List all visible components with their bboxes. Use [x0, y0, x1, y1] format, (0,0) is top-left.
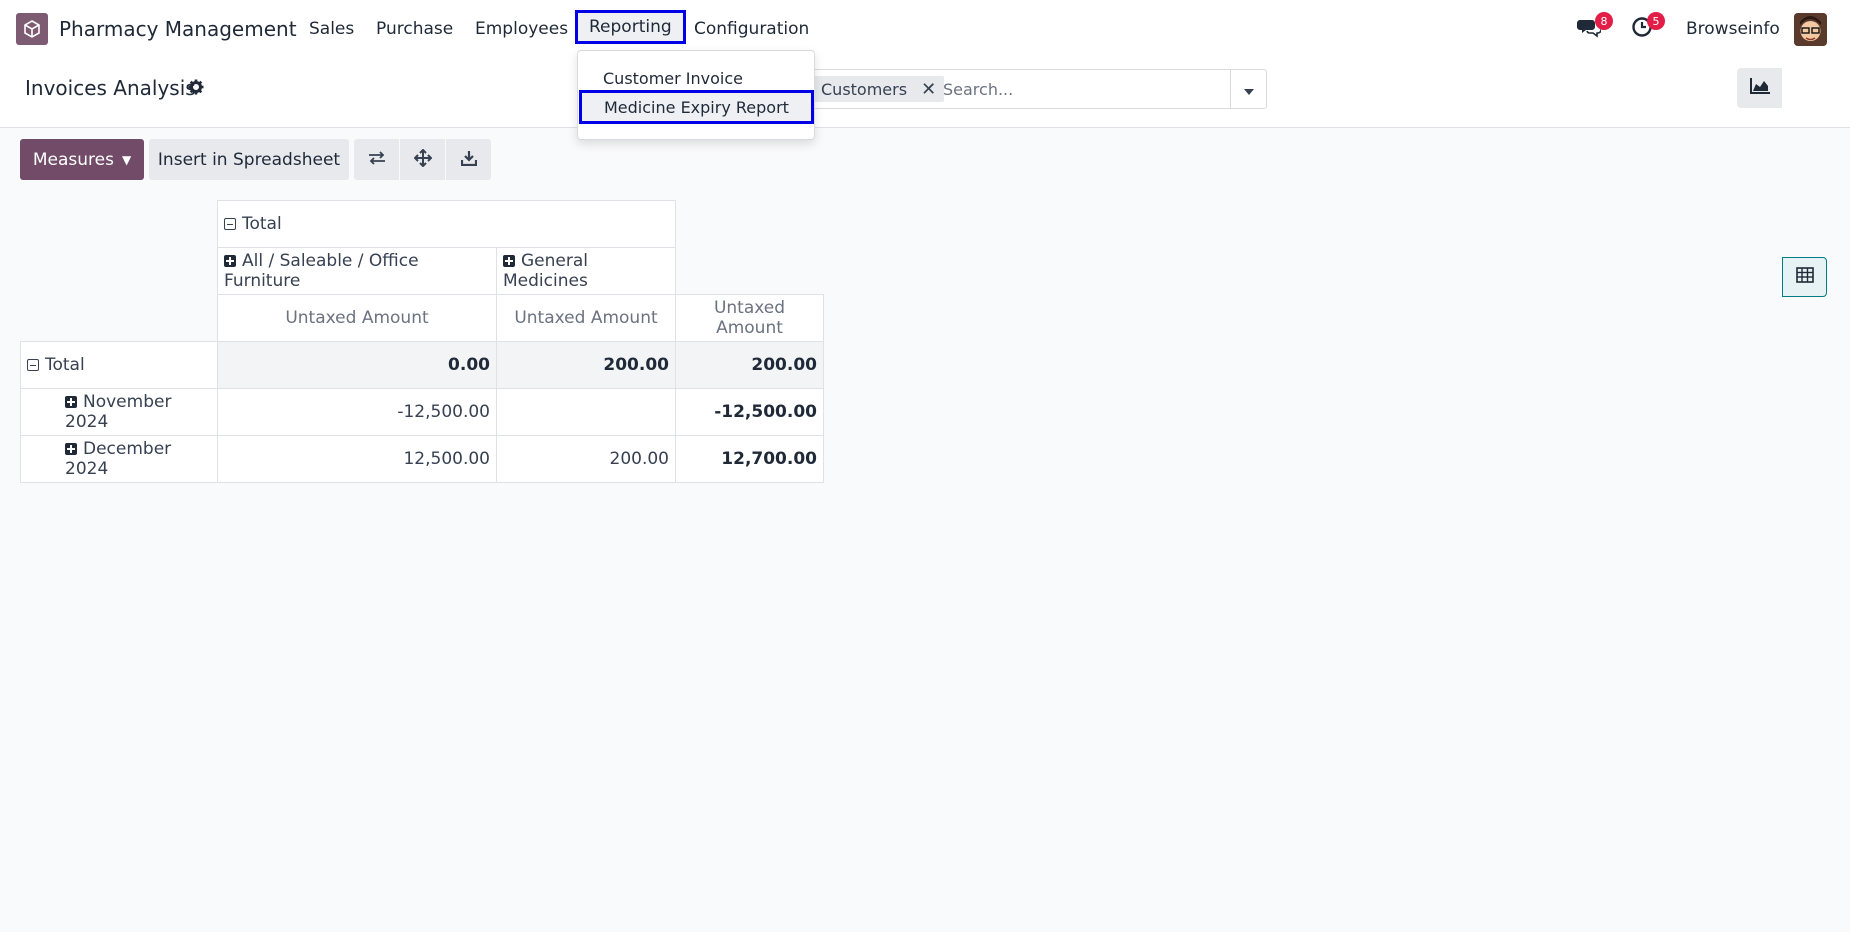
menu-reporting[interactable]: Reporting: [575, 10, 686, 44]
pivot-corner: [21, 201, 218, 248]
close-icon[interactable]: ✕: [921, 79, 936, 100]
col-header-label: Total: [242, 214, 282, 234]
facet-label: Customers: [821, 79, 908, 99]
insert-in-spreadsheet-button[interactable]: Insert in Spreadsheet: [149, 139, 349, 180]
pivot-cell[interactable]: -12,500.00: [217, 388, 497, 436]
plus-square-icon: [65, 396, 77, 408]
menu-employees[interactable]: Employees: [475, 19, 568, 39]
pivot-row-header-november-2024[interactable]: November 2024: [20, 388, 218, 436]
pivot-col-header-general-medicines[interactable]: General Medicines: [496, 247, 676, 295]
page-title[interactable]: Invoices Analysis: [25, 76, 196, 100]
minus-square-icon: [224, 218, 236, 230]
download-button[interactable]: [446, 139, 491, 180]
user-name[interactable]: Browseinfo: [1686, 19, 1780, 39]
measure-header[interactable]: Untaxed Amount: [675, 294, 824, 342]
pivot-corner: [21, 248, 218, 295]
row-header-label: December 2024: [65, 439, 172, 479]
search-bar: Customers ✕: [812, 69, 1267, 109]
pivot-cell[interactable]: [496, 388, 676, 436]
pivot-row-header-total[interactable]: Total: [20, 341, 218, 389]
area-chart-icon: [1749, 78, 1770, 98]
pivot-cell[interactable]: 200.00: [675, 341, 824, 389]
messages-button[interactable]: 8: [1577, 12, 1613, 42]
top-navbar: Pharmacy Management Sales Purchase Emplo…: [0, 0, 1850, 57]
table-row: November 2024 -12,500.00 -12,500.00: [20, 388, 824, 436]
caret-down-icon: ▼: [121, 152, 132, 167]
menu-sales[interactable]: Sales: [309, 19, 354, 39]
menu-configuration[interactable]: Configuration: [694, 19, 809, 39]
row-header-label: November 2024: [65, 392, 172, 432]
menu-item-medicine-expiry-report[interactable]: Medicine Expiry Report: [579, 90, 814, 124]
pivot-view-button[interactable]: [1782, 257, 1827, 297]
pivot-col-header-total[interactable]: Total: [217, 200, 676, 248]
pivot-row-header-december-2024[interactable]: December 2024: [20, 435, 218, 483]
caret-down-icon: [1243, 80, 1254, 99]
pivot-table: Total All / Saleable / Office Furniture …: [20, 200, 824, 483]
minus-square-icon: [27, 359, 39, 371]
app-name[interactable]: Pharmacy Management: [59, 17, 297, 41]
search-options-toggle[interactable]: [1230, 70, 1266, 108]
pivot-table-icon: [1795, 266, 1814, 288]
pivot-cell[interactable]: 0.00: [217, 341, 497, 389]
pivot-col-header-office-furniture[interactable]: All / Saleable / Office Furniture: [217, 247, 497, 295]
pivot-cell[interactable]: 12,500.00: [217, 435, 497, 483]
pivot-cell[interactable]: -12,500.00: [675, 388, 824, 436]
avatar[interactable]: [1794, 13, 1827, 46]
plus-square-icon: [503, 255, 515, 267]
measures-label: Measures: [32, 149, 114, 170]
messages-badge: 8: [1595, 12, 1613, 30]
pivot-spacer: [676, 248, 824, 295]
reporting-dropdown: Customer Invoice Medicine Expiry Report: [577, 50, 815, 140]
search-facet: Customers ✕: [813, 76, 945, 102]
search-input[interactable]: [941, 79, 1215, 100]
pivot-cell[interactable]: 200.00: [496, 435, 676, 483]
plus-square-icon: [65, 443, 77, 455]
table-row: Total 0.00 200.00 200.00: [20, 341, 824, 389]
app-logo-icon[interactable]: [16, 13, 48, 45]
gear-icon[interactable]: [188, 79, 204, 99]
flip-axis-button[interactable]: [354, 139, 399, 180]
pivot-corner: [21, 295, 218, 342]
menu-purchase[interactable]: Purchase: [376, 19, 453, 39]
row-header-label: Total: [45, 355, 85, 375]
activities-badge: 5: [1647, 12, 1665, 30]
measure-header[interactable]: Untaxed Amount: [496, 294, 676, 342]
table-row: December 2024 12,500.00 200.00 12,700.00: [20, 435, 824, 483]
col-header-label: General Medicines: [503, 251, 588, 291]
expand-all-button[interactable]: [400, 139, 445, 180]
expand-all-icon: [413, 148, 432, 171]
graph-view-button[interactable]: [1737, 68, 1782, 108]
col-header-label: All / Saleable / Office Furniture: [224, 251, 419, 291]
control-panel: Invoices Analysis Customers ✕: [0, 57, 1850, 297]
plus-square-icon: [224, 255, 236, 267]
measures-button[interactable]: Measures ▼: [20, 139, 144, 180]
download-icon: [460, 150, 477, 170]
activities-button[interactable]: 5: [1631, 12, 1665, 42]
swap-axis-icon: [368, 150, 386, 169]
measure-header[interactable]: Untaxed Amount: [217, 294, 497, 342]
pivot-cell[interactable]: 200.00: [496, 341, 676, 389]
pivot-spacer: [676, 201, 824, 248]
pivot-cell[interactable]: 12,700.00: [675, 435, 824, 483]
